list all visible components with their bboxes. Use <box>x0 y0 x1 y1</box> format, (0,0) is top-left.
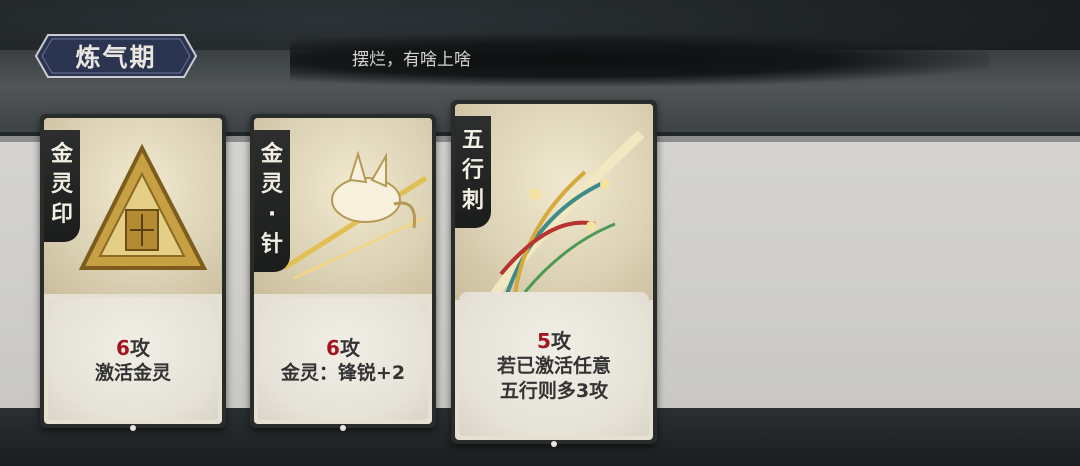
card-indicator-dot <box>340 425 346 431</box>
card-attack: 6攻 <box>116 336 150 360</box>
realm-label: 炼气期 <box>75 43 157 72</box>
card-frame: 金 灵 印 6攻 激活金灵 <box>44 118 222 424</box>
card-attack: 6攻 <box>326 336 360 360</box>
card-indicator-dot <box>130 425 136 431</box>
card-name: 金 灵 印 <box>44 130 80 242</box>
card-description: 5攻 若已激活任意 五行则多3攻 <box>459 292 649 436</box>
card-name: 五 行 刺 <box>455 116 491 228</box>
card-attack: 5攻 <box>537 328 571 353</box>
card-description: 6攻 激活金灵 <box>48 298 218 420</box>
card-description: 6攻 金灵：锋锐+2 <box>258 298 428 420</box>
card-frame: 五 行 刺 5攻 若已激活任意 五行则多3攻 <box>455 104 653 440</box>
card-effect: 金灵：锋锐+2 <box>280 362 406 384</box>
card-effect: 若已激活任意 <box>496 354 611 377</box>
card-jinling-yin[interactable]: 金 灵 印 6攻 激活金灵 <box>40 114 226 431</box>
card-indicator-dot <box>551 441 557 447</box>
card-name: 金 灵 · 针 <box>254 130 290 272</box>
card-jinling-zhen[interactable]: 金 灵 · 针 6攻 金灵：锋锐+2 <box>250 114 436 431</box>
card-wuxing-ci[interactable]: 五 行 刺 5攻 若已激活任意 五行则多3攻 <box>451 100 657 447</box>
card-frame: 金 灵 · 针 6攻 金灵：锋锐+2 <box>254 118 432 424</box>
card-effect: 激活金灵 <box>94 362 171 384</box>
card-effect: 五行则多3攻 <box>499 379 609 402</box>
realm-badge[interactable]: 炼气期 <box>34 33 198 79</box>
deck-motto: 摆烂，有啥上啥 <box>352 50 471 70</box>
